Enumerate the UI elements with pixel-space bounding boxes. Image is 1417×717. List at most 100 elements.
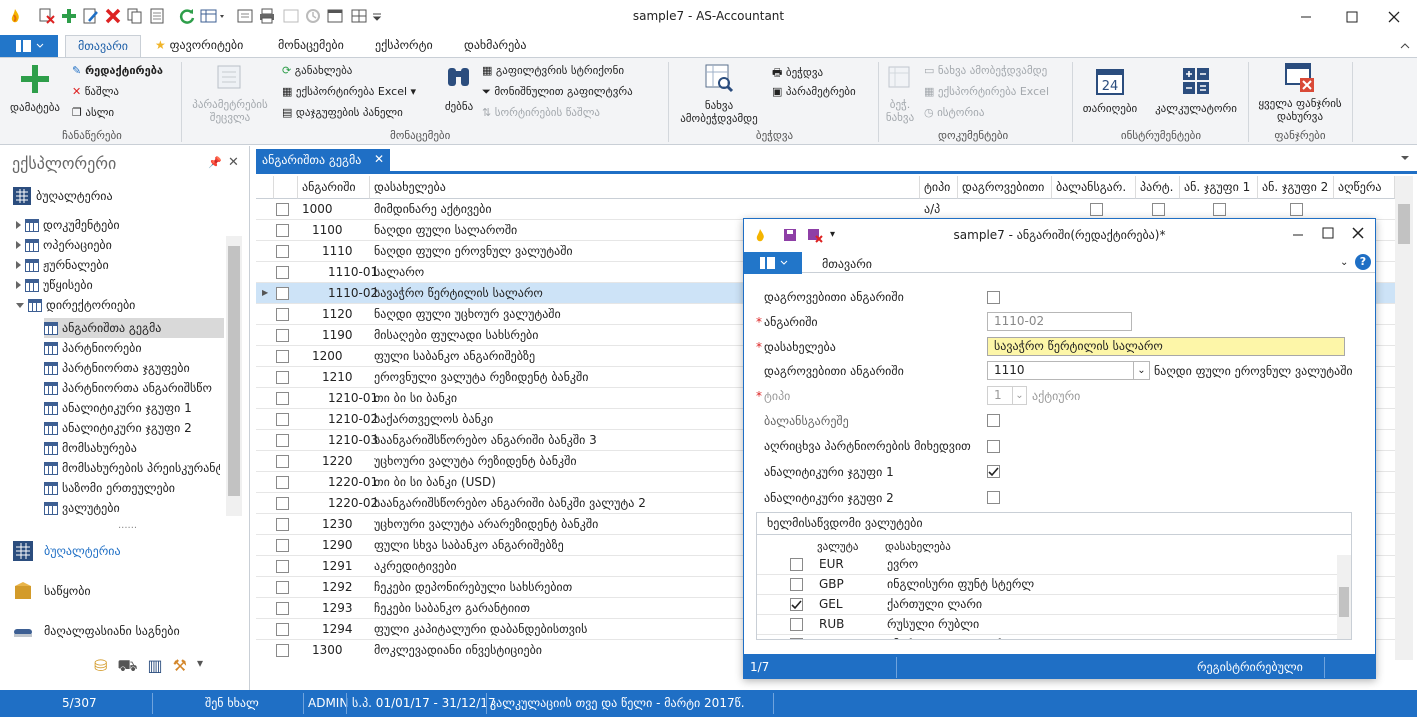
dialog-collapse-icon[interactable]: ⌄ — [1340, 257, 1348, 268]
dialog-maximize-button[interactable] — [1322, 227, 1334, 239]
tab-export[interactable]: ექსპორტი — [375, 38, 433, 52]
row-select-checkbox[interactable] — [276, 455, 289, 468]
help-icon[interactable]: ? — [1355, 254, 1371, 270]
export-excel-button[interactable]: ▦ ექსპორტირება Excel ▾ — [282, 85, 416, 98]
directory-item[interactable]: პარტნიორები — [44, 338, 224, 358]
currency-row[interactable]: GEL ქართული ლარი — [757, 595, 1337, 615]
row-select-checkbox[interactable] — [276, 224, 289, 237]
document-tab[interactable]: ანგარიშთა გეგმა ✕ — [256, 149, 390, 171]
analytic-group-1-checkbox[interactable] — [987, 465, 1000, 478]
search-button[interactable]: ძებნა — [440, 62, 478, 113]
filter-row-button[interactable]: ▦ გაფილტვრის სტრიქონი — [482, 64, 624, 77]
pin-icon[interactable]: 📌 — [208, 156, 222, 169]
forklift-icon[interactable]: ⛟ — [117, 656, 137, 677]
delete-button[interactable]: ✕ წაშლა — [72, 85, 119, 98]
column-header-4[interactable]: ტიპი — [920, 176, 958, 199]
row-select-checkbox[interactable] — [276, 518, 289, 531]
row-select-checkbox[interactable] — [276, 434, 289, 447]
grid-scrollbar[interactable] — [1395, 176, 1413, 660]
dialog-close-button[interactable] — [1352, 227, 1364, 239]
chevron-right-icon[interactable] — [16, 261, 21, 269]
edit-button[interactable]: ✎ რედაქტირება — [72, 64, 163, 77]
currency-checkbox[interactable] — [790, 638, 803, 639]
print-params-button[interactable]: ▣ პარამეტრები — [772, 85, 856, 98]
explorer-scrollbar-thumb[interactable] — [228, 246, 240, 496]
row-select-checkbox[interactable] — [276, 476, 289, 489]
row-select-checkbox[interactable] — [276, 560, 289, 573]
minimize-button[interactable] — [1283, 0, 1329, 33]
off-balance-cell-checkbox[interactable] — [1090, 203, 1103, 216]
cumulative-checkbox[interactable] — [987, 291, 1000, 304]
chevron-down-icon[interactable] — [16, 302, 24, 308]
preview-button[interactable]: ნახვა ამობეჭდვამდე — [672, 62, 766, 125]
close-icon[interactable]: ✕ — [228, 155, 239, 170]
tab-help[interactable]: დახმარება — [464, 38, 527, 52]
column-header-8[interactable]: ან. ჯგუფი 1 — [1180, 176, 1258, 199]
explorer-scrollbar[interactable] — [226, 236, 242, 516]
partners-checkbox[interactable] — [987, 440, 1000, 453]
column-header-10[interactable]: აღწერა — [1334, 176, 1395, 199]
tree-item-3[interactable]: უწყისები — [16, 278, 93, 292]
name-field[interactable]: სავაჭრო წერტილის სალარო — [987, 337, 1345, 356]
grid-scrollbar-thumb[interactable] — [1398, 204, 1410, 244]
row-select-checkbox[interactable] — [276, 392, 289, 405]
row-select-checkbox[interactable] — [276, 203, 289, 216]
tab-data[interactable]: მონაცემები — [278, 38, 344, 52]
dialog-file-menu-button[interactable] — [744, 252, 802, 274]
row-select-checkbox[interactable] — [276, 308, 289, 321]
close-button[interactable] — [1371, 0, 1417, 33]
section-1[interactable]: საწყობი — [12, 580, 91, 602]
row-select-checkbox[interactable] — [276, 644, 289, 657]
partners-cell-checkbox[interactable] — [1152, 203, 1165, 216]
directory-item[interactable]: ანალიტიკური ჯგუფი 1 — [44, 398, 224, 418]
explorer-root[interactable]: ბუღალტერია — [12, 186, 113, 206]
row-select-checkbox[interactable] — [276, 497, 289, 510]
row-select-checkbox[interactable] — [276, 287, 289, 300]
row-select-checkbox[interactable] — [276, 539, 289, 552]
row-select-checkbox[interactable] — [276, 413, 289, 426]
section-2[interactable]: მაღალფასიანი საგნები — [12, 620, 180, 642]
selected-filter-button[interactable]: ⏷ მონიშნულით გაფილტვრა — [482, 85, 633, 99]
tools-icon[interactable]: ⚒ — [173, 656, 187, 677]
currencies-scrollbar[interactable] — [1337, 555, 1351, 639]
refresh-button[interactable]: ⟳ განახლება — [282, 64, 352, 77]
tree-item-4[interactable]: დირექტორიები — [16, 298, 135, 312]
currency-checkbox[interactable] — [790, 558, 803, 571]
building-icon[interactable]: ▥ — [148, 656, 163, 677]
directory-item[interactable]: პარტნიორთა ჯგუფები — [44, 358, 224, 378]
column-header-1[interactable] — [274, 176, 298, 199]
analytic-group-2-checkbox[interactable] — [987, 491, 1000, 504]
chevron-right-icon[interactable] — [16, 221, 21, 229]
row-select-checkbox[interactable] — [276, 581, 289, 594]
file-menu-button[interactable] — [0, 35, 58, 57]
tab-home[interactable]: მთავარი — [65, 35, 141, 58]
currency-checkbox[interactable] — [790, 598, 803, 611]
currencies-scrollbar-thumb[interactable] — [1339, 587, 1349, 617]
group-panel-button[interactable]: ▤ დაჯგუფების პანელი — [282, 106, 403, 119]
column-header-6[interactable]: ბალანსგარ. — [1052, 176, 1136, 199]
column-header-9[interactable]: ან. ჯგუფი 2 — [1258, 176, 1334, 199]
collapse-ribbon-icon[interactable] — [1400, 43, 1410, 49]
table-row[interactable]: 1000 მიმდინარე აქტივები ა/პ — [256, 199, 1395, 220]
directory-item[interactable]: ანგარიშთა გეგმა — [44, 318, 224, 338]
currency-row[interactable]: EUR ევრო — [757, 555, 1337, 575]
account-field[interactable]: 1110-02 — [987, 312, 1132, 331]
currency-checkbox[interactable] — [790, 578, 803, 591]
directory-item[interactable]: ვალუტები — [44, 498, 224, 518]
coins-icon[interactable]: ⛁ — [94, 656, 107, 677]
copy-button[interactable]: ❐ ასლი — [72, 106, 114, 119]
currency-row[interactable]: USD ამერიკული დოლარი — [757, 635, 1337, 639]
tree-item-0[interactable]: დოკუმენტები — [16, 218, 120, 232]
close-tab-icon[interactable]: ✕ — [374, 152, 384, 166]
currency-row[interactable]: GBP ინგლისური ფუნტ სტერლ — [757, 575, 1337, 595]
row-select-checkbox[interactable] — [276, 602, 289, 615]
print-button[interactable]: 🖶 ბეჭდვა — [772, 64, 823, 83]
column-header-5[interactable]: დაგროვებითი — [958, 176, 1052, 199]
off-balance-checkbox[interactable] — [987, 414, 1000, 427]
directory-item[interactable]: ანალიტიკური ჯგუფი 2 — [44, 418, 224, 438]
analytic-2-cell-checkbox[interactable] — [1290, 203, 1303, 216]
row-select-checkbox[interactable] — [276, 350, 289, 363]
dates-button[interactable]: 24 თარიღები — [1076, 66, 1144, 115]
chevron-down-icon[interactable]: ⌄ — [1133, 362, 1149, 379]
more-sections-icon[interactable]: ▾ — [197, 656, 203, 677]
